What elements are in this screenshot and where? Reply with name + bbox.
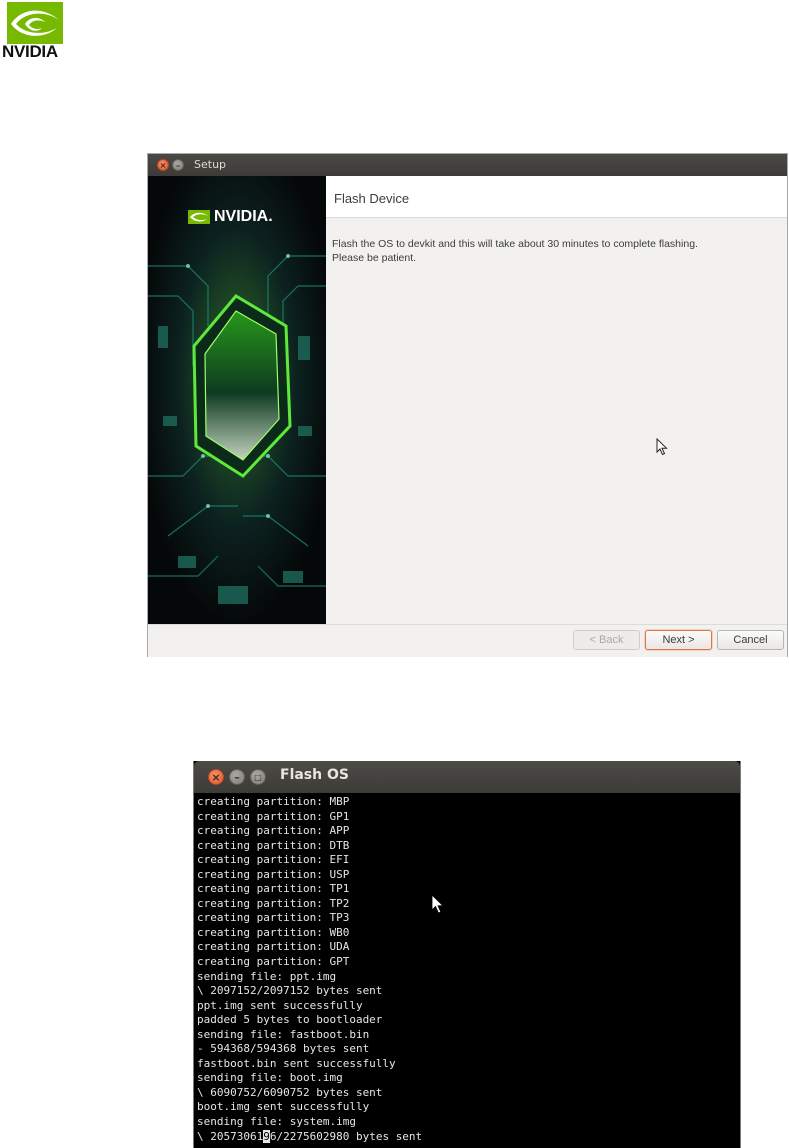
terminal-line: creating partition: USP <box>197 867 350 881</box>
terminal-line: creating partition: UDA <box>197 940 350 954</box>
setup-window: × – Setup NVIDIA. Flash Device Flash the… <box>147 153 788 657</box>
setup-titlebar[interactable]: × – Setup <box>148 154 787 176</box>
terminal-line: creating partition: WB0 <box>197 925 350 939</box>
wizard-header: Flash Device <box>326 176 787 218</box>
terminal-line: ppt.img sent successfully <box>197 998 363 1012</box>
wizard-content: Flash Device Flash the OS to devkit and … <box>326 176 787 624</box>
terminal-line: creating partition: DTB <box>197 838 350 852</box>
minimize-icon[interactable]: – <box>229 769 245 785</box>
last-line-end: 6/2275602980 bytes sent <box>269 1129 423 1143</box>
back-button[interactable]: < Back <box>573 630 640 650</box>
minimize-icon[interactable]: – <box>172 159 184 171</box>
wizard-message: Flash the OS to devkit and this will tak… <box>332 238 698 264</box>
last-line-start: \ 20573061 <box>197 1129 264 1143</box>
terminal-line: boot.img sent successfully <box>197 1100 370 1114</box>
terminal-line: creating partition: TP3 <box>197 911 350 925</box>
flash-os-terminal-window: × – □ Flash OS creating partition: MBP c… <box>193 761 741 1148</box>
terminal-line: fastboot.bin sent successfully <box>197 1056 396 1070</box>
terminal-line: padded 5 bytes to bootloader <box>197 1013 383 1027</box>
next-button[interactable]: Next > <box>645 630 712 650</box>
window-title: Setup <box>194 158 227 171</box>
terminal-line: \ 6090752/6090752 bytes sent <box>197 1085 383 1099</box>
terminal-line: - 594368/594368 bytes sent <box>197 1042 370 1056</box>
mouse-pointer-icon <box>656 438 668 456</box>
nvidia-wordmark: NVIDIA <box>2 42 58 61</box>
terminal-line: sending file: system.img <box>197 1115 356 1129</box>
text-cursor: 9 <box>263 1129 270 1143</box>
terminal-line: creating partition: EFI <box>197 853 350 867</box>
terminal-line: creating partition: GPT <box>197 955 350 969</box>
close-icon[interactable]: × <box>157 159 169 171</box>
nvidia-eye-icon <box>7 2 63 44</box>
terminal-line: \ 2097152/2097152 bytes sent <box>197 984 383 998</box>
cancel-button[interactable]: Cancel <box>717 630 784 650</box>
nvidia-eye-icon <box>188 210 210 224</box>
window-title: Flash OS <box>280 767 349 783</box>
banner-logo: NVIDIA. <box>188 208 273 226</box>
terminal-output[interactable]: creating partition: MBP creating partiti… <box>197 795 737 1148</box>
nvidia-logo: NVIDIA <box>2 2 82 64</box>
banner-logo-text: NVIDIA. <box>214 208 273 225</box>
terminal-line: creating partition: GP1 <box>197 809 350 823</box>
terminal-line: sending file: boot.img <box>197 1071 343 1085</box>
terminal-line: sending file: ppt.img <box>197 969 337 983</box>
close-icon[interactable]: × <box>208 769 224 785</box>
chip-artwork <box>148 176 326 624</box>
page-title: Flash Device <box>334 191 410 206</box>
terminal-titlebar[interactable]: × – □ Flash OS <box>194 761 740 793</box>
mouse-pointer-icon <box>431 894 444 914</box>
terminal-line: creating partition: APP <box>197 824 350 838</box>
maximize-icon[interactable]: □ <box>250 769 266 785</box>
wizard-button-bar: < Back Next > Cancel <box>148 624 787 657</box>
terminal-line: creating partition: MBP <box>197 795 350 808</box>
terminal-last-line: \ 2057306196/2275602980 bytes sent <box>197 1129 737 1145</box>
terminal-line: sending file: fastboot.bin <box>197 1027 370 1041</box>
terminal-line: creating partition: TP2 <box>197 896 350 910</box>
terminal-line: creating partition: TP1 <box>197 882 350 896</box>
nvidia-banner-image: NVIDIA. <box>148 176 326 624</box>
